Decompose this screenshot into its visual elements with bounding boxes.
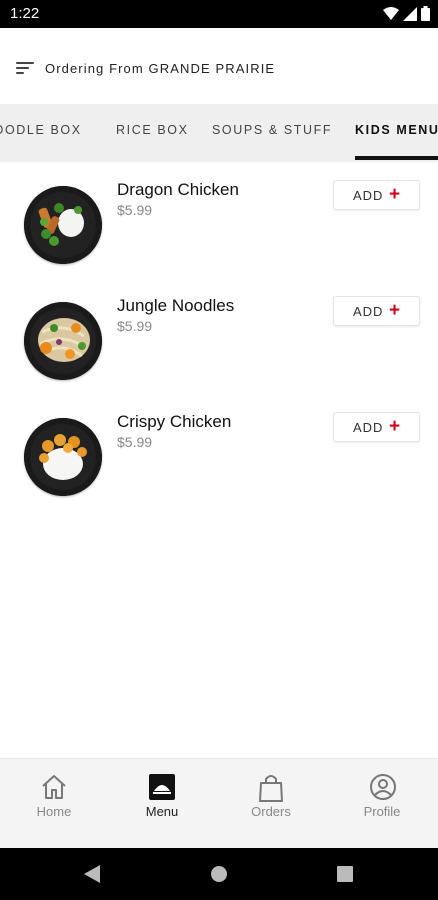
add-button[interactable]: ADD +: [333, 296, 420, 326]
nav-menu-label: Menu: [145, 804, 179, 819]
location-header: Ordering From GRANDE PRAIRIE: [0, 28, 438, 104]
menu-item-jungle-noodles[interactable]: Jungle Noodles $5.99 ADD +: [0, 286, 438, 402]
menu-item-dragon-chicken[interactable]: Dragon Chicken $5.99 ADD +: [0, 170, 438, 286]
nav-home[interactable]: Home: [0, 759, 108, 849]
tab-soups-and-stuff[interactable]: SOUPS & STUFF: [212, 123, 332, 137]
filter-icon[interactable]: [16, 61, 34, 75]
home-button-icon[interactable]: [210, 865, 228, 883]
add-button[interactable]: ADD +: [333, 180, 420, 210]
nav-profile[interactable]: Profile: [326, 759, 438, 849]
nav-orders-label: Orders: [251, 804, 291, 819]
recents-icon[interactable]: [337, 866, 353, 882]
add-button[interactable]: ADD +: [333, 412, 420, 442]
plus-icon: +: [389, 184, 401, 205]
menu-icon: [149, 774, 175, 800]
crispy-chicken-image: [24, 418, 102, 496]
nav-home-label: Home: [36, 804, 72, 819]
status-icons: [383, 6, 430, 21]
add-button-label: ADD: [353, 188, 384, 203]
item-name: Dragon Chicken: [117, 180, 239, 199]
wifi-icon: [383, 6, 399, 20]
item-price: $5.99: [117, 202, 153, 218]
menu-item-crispy-chicken[interactable]: Crispy Chicken $5.99 ADD +: [0, 402, 438, 518]
signal-icon: [403, 6, 417, 21]
category-tabs: NOODLE BOX RICE BOX SOUPS & STUFF KIDS M…: [0, 104, 438, 162]
nav-menu[interactable]: Menu: [108, 759, 216, 849]
active-tab-indicator: [355, 156, 438, 160]
item-name: Crispy Chicken: [117, 412, 232, 431]
tab-kids-menu[interactable]: KIDS MENU: [355, 123, 438, 137]
bottom-navigation: Home Menu Orders Profile: [0, 758, 438, 848]
bag-icon: [259, 775, 283, 802]
home-icon: [42, 775, 66, 799]
item-name: Jungle Noodles: [117, 296, 235, 315]
status-time: 1:22: [10, 5, 40, 22]
battery-icon: [421, 6, 430, 21]
add-button-label: ADD: [353, 304, 384, 319]
plus-icon: +: [389, 416, 401, 437]
tab-rice-box[interactable]: RICE BOX: [116, 123, 189, 137]
nav-orders[interactable]: Orders: [216, 759, 326, 849]
ordering-location[interactable]: Ordering From GRANDE PRAIRIE: [45, 61, 275, 76]
system-navigation-bar: [0, 848, 438, 900]
status-bar: 1:22: [0, 0, 438, 28]
dragon-chicken-image: [24, 186, 102, 264]
plus-icon: +: [389, 300, 401, 321]
add-button-label: ADD: [353, 420, 384, 435]
item-price: $5.99: [117, 434, 153, 450]
nav-profile-label: Profile: [363, 804, 401, 819]
item-price: $5.99: [117, 318, 153, 334]
profile-icon: [370, 774, 396, 800]
jungle-noodles-image: [24, 302, 102, 380]
tab-noodle-box[interactable]: NOODLE BOX: [0, 123, 82, 137]
back-icon[interactable]: [84, 865, 100, 883]
